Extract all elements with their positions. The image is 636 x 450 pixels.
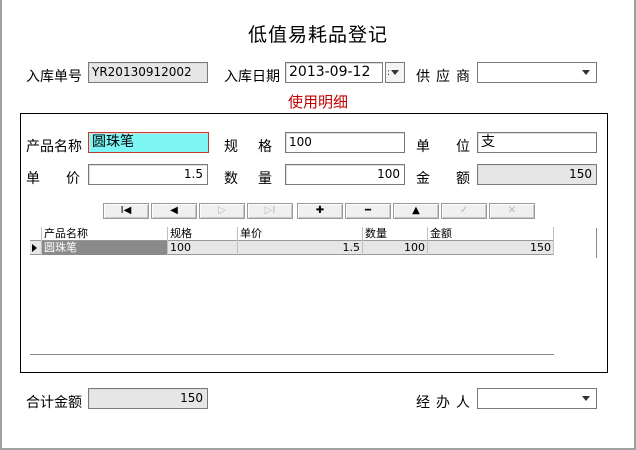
- nav-prior-button[interactable]: ◀: [151, 203, 197, 219]
- qty-field[interactable]: 100: [285, 164, 405, 185]
- nav-next-button[interactable]: ▷: [199, 203, 245, 219]
- nav-post-button[interactable]: ✓: [441, 203, 487, 219]
- total-field[interactable]: 150: [88, 388, 208, 409]
- grid-col-amount[interactable]: 金额: [428, 227, 554, 241]
- grid-cell-qty[interactable]: 100: [363, 241, 428, 255]
- detail-grid: 产品名称 规格 单价 数量 金额 圆珠笔 100 1.5 100 150: [30, 227, 554, 257]
- spec-field[interactable]: 100: [285, 132, 405, 153]
- product-name-field[interactable]: 圆珠笔: [88, 132, 209, 153]
- amount-field[interactable]: 150: [477, 164, 597, 185]
- chevron-down-icon: [582, 70, 590, 75]
- nav-last-button[interactable]: ▷I: [247, 203, 293, 219]
- window-left-border: [0, 0, 2, 450]
- grid-cell-spec[interactable]: 100: [168, 241, 238, 255]
- grid-indicator-header: [30, 227, 42, 241]
- form-title: 低值易耗品登记: [247, 24, 388, 46]
- grid-col-qty[interactable]: 数量: [363, 227, 428, 241]
- supplier-select[interactable]: [477, 62, 597, 83]
- grid-bottom-border: [30, 354, 554, 355]
- grid-col-spec[interactable]: 规格: [168, 227, 238, 241]
- table-row[interactable]: 圆珠笔 100 1.5 100 150: [30, 241, 554, 255]
- product-name-label: 产品名称: [26, 139, 82, 155]
- nav-edit-button[interactable]: ▲: [393, 203, 439, 219]
- total-label: 合计金额: [26, 395, 82, 411]
- qty-label: 数量: [224, 168, 292, 188]
- spec-label: 规格: [224, 136, 292, 156]
- chevron-down-icon: [391, 70, 399, 75]
- chevron-down-icon: [582, 396, 590, 401]
- qty-label-text: 数量: [224, 171, 292, 187]
- receipt-date-field[interactable]: 2013-09-12: [285, 62, 383, 83]
- spec-label-text: 规格: [224, 139, 292, 155]
- grid-cell-price[interactable]: 1.5: [238, 241, 363, 255]
- grid-scrollbar-edge: [596, 228, 597, 258]
- receipt-date-label: 入库日期: [224, 69, 280, 85]
- row-indicator: [30, 241, 42, 255]
- price-field[interactable]: 1.5: [88, 164, 208, 185]
- nav-cancel-button[interactable]: ✕: [489, 203, 535, 219]
- receipt-no-field[interactable]: YR20130912002: [88, 62, 208, 83]
- section-title: 使用明细: [287, 93, 348, 111]
- nav-insert-button[interactable]: ✚: [297, 203, 343, 219]
- supplier-label: 供应商: [416, 69, 476, 85]
- handler-select[interactable]: [477, 388, 597, 409]
- receipt-no-label: 入库单号: [26, 69, 82, 85]
- grid-cell-product[interactable]: 圆珠笔: [42, 241, 168, 255]
- unit-field[interactable]: 支: [477, 132, 597, 153]
- grid-header: 产品名称 规格 单价 数量 金额: [30, 227, 554, 241]
- date-picker-button[interactable]: :: [385, 62, 405, 83]
- nav-first-button[interactable]: I◀: [103, 203, 149, 219]
- grid-col-product[interactable]: 产品名称: [42, 227, 168, 241]
- date-picker-tick-icon: :: [387, 68, 391, 78]
- handler-label: 经办人: [416, 395, 476, 411]
- grid-col-price[interactable]: 单价: [238, 227, 363, 241]
- nav-delete-button[interactable]: ━: [345, 203, 391, 219]
- current-row-icon: [32, 244, 37, 252]
- grid-cell-amount[interactable]: 150: [428, 241, 554, 255]
